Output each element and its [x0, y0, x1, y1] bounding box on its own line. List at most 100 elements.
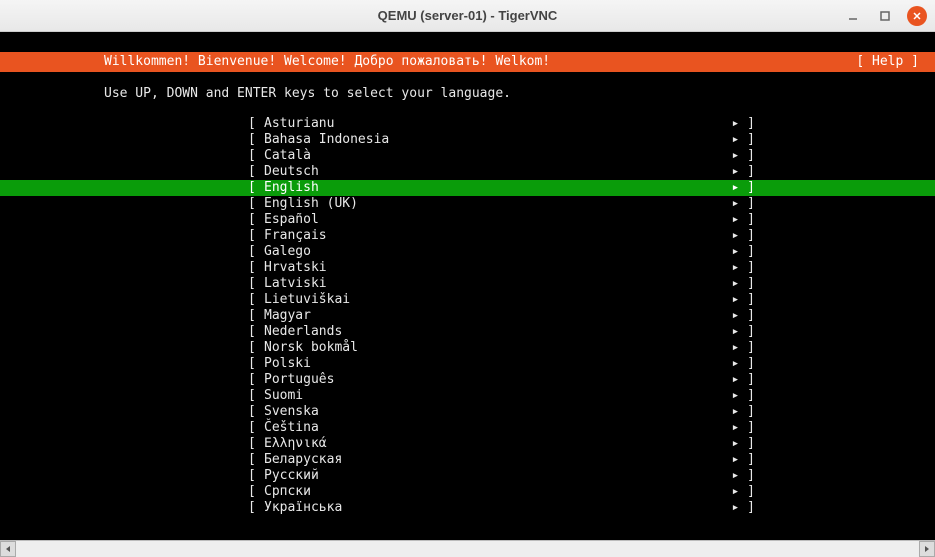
language-name: Nederlands — [264, 324, 342, 340]
language-option[interactable]: [ Lietuviškai▸ ] — [0, 292, 935, 308]
language-option[interactable]: [ Latviski ▸ ] — [0, 276, 935, 292]
language-option[interactable]: [ Polski ▸ ] — [0, 356, 935, 372]
language-option[interactable]: [ Ελληνικά▸ ] — [0, 436, 935, 452]
bracket-open: [ — [248, 196, 264, 212]
language-option[interactable]: [ English▸ ] — [0, 180, 935, 196]
language-option[interactable]: [ Nederlands ▸ ] — [0, 324, 935, 340]
scroll-left-button[interactable] — [0, 541, 16, 557]
minimize-button[interactable] — [843, 6, 863, 26]
submenu-indicator: ▸ ] — [732, 244, 935, 260]
language-option[interactable]: [ Русский▸ ] — [0, 468, 935, 484]
language-name: Русский — [264, 468, 319, 484]
scroll-track[interactable] — [16, 541, 919, 557]
submenu-indicator: ▸ ] — [732, 276, 935, 292]
language-name: Català — [264, 148, 311, 164]
submenu-indicator: ▸ ] — [732, 468, 935, 484]
header-bar: Willkommen! Bienvenue! Welcome! Добро по… — [0, 52, 935, 72]
scroll-right-button[interactable] — [919, 541, 935, 557]
language-option[interactable]: [ Català ▸ ] — [0, 148, 935, 164]
language-name: Svenska — [264, 404, 319, 420]
language-name: Latviski — [264, 276, 327, 292]
language-option[interactable]: [ English (UK)▸ ] — [0, 196, 935, 212]
language-name: Bahasa Indonesia — [264, 132, 389, 148]
bracket-open: [ — [248, 228, 264, 244]
language-name: Polski — [264, 356, 311, 372]
language-option[interactable]: [ Српски ▸ ] — [0, 484, 935, 500]
window-titlebar: QEMU (server-01) - TigerVNC — [0, 0, 935, 32]
maximize-button[interactable] — [875, 6, 895, 26]
language-option[interactable]: [ Asturianu ▸ ] — [0, 116, 935, 132]
submenu-indicator: ▸ ] — [732, 308, 935, 324]
language-name: Suomi — [264, 388, 303, 404]
language-name: Français — [264, 228, 327, 244]
submenu-indicator: ▸ ] — [732, 116, 935, 132]
installer-screen: Willkommen! Bienvenue! Welcome! Добро по… — [0, 32, 935, 540]
language-option[interactable]: [ Français ▸ ] — [0, 228, 935, 244]
bracket-open: [ — [248, 148, 264, 164]
language-option[interactable]: [ Svenska▸ ] — [0, 404, 935, 420]
language-name: Српски — [264, 484, 311, 500]
bracket-open: [ — [248, 324, 264, 340]
submenu-indicator: ▸ ] — [732, 388, 935, 404]
close-button[interactable] — [907, 6, 927, 26]
language-list[interactable]: [ Asturianu▸ ][ Bahasa Indonesia▸ ][ Cat… — [0, 116, 935, 516]
language-name: Norsk bokmål — [264, 340, 358, 356]
submenu-indicator: ▸ ] — [732, 228, 935, 244]
window-controls — [843, 6, 927, 26]
submenu-indicator: ▸ ] — [732, 212, 935, 228]
bracket-open: [ — [248, 372, 264, 388]
language-option[interactable]: [ Deutsch▸ ] — [0, 164, 935, 180]
language-name: Magyar — [264, 308, 311, 324]
language-name: Čeština — [264, 420, 319, 436]
submenu-indicator: ▸ ] — [732, 180, 935, 196]
language-option[interactable]: [ Português ▸ ] — [0, 372, 935, 388]
submenu-indicator: ▸ ] — [732, 356, 935, 372]
bracket-open: [ — [248, 452, 264, 468]
language-option[interactable]: [ Українська▸ ] — [0, 500, 935, 516]
horizontal-scrollbar[interactable] — [0, 540, 935, 556]
bracket-open: [ — [248, 212, 264, 228]
language-option[interactable]: [ Suomi ▸ ] — [0, 388, 935, 404]
help-button[interactable]: [ Help ] — [856, 54, 919, 70]
language-option[interactable]: [ Español ▸ ] — [0, 212, 935, 228]
language-option[interactable]: [ Norsk bokmål▸ ] — [0, 340, 935, 356]
language-option[interactable]: [ Magyar ▸ ] — [0, 308, 935, 324]
submenu-indicator: ▸ ] — [732, 420, 935, 436]
submenu-indicator: ▸ ] — [732, 148, 935, 164]
language-option[interactable]: [ Čeština ▸ ] — [0, 420, 935, 436]
bracket-open: [ — [248, 420, 264, 436]
bracket-open: [ — [248, 164, 264, 180]
submenu-indicator: ▸ ] — [732, 372, 935, 388]
submenu-indicator: ▸ ] — [732, 452, 935, 468]
bracket-open: [ — [248, 132, 264, 148]
submenu-indicator: ▸ ] — [732, 436, 935, 452]
language-name: Galego — [264, 244, 311, 260]
instruction-text: Use UP, DOWN and ENTER keys to select yo… — [0, 72, 935, 116]
language-option[interactable]: [ Hrvatski▸ ] — [0, 260, 935, 276]
submenu-indicator: ▸ ] — [732, 196, 935, 212]
submenu-indicator: ▸ ] — [732, 260, 935, 276]
language-name: Español — [264, 212, 319, 228]
submenu-indicator: ▸ ] — [732, 500, 935, 516]
language-option[interactable]: [ Bahasa Indonesia ▸ ] — [0, 132, 935, 148]
bracket-open: [ — [248, 388, 264, 404]
language-name: Беларуская — [264, 452, 342, 468]
bracket-open: [ — [248, 116, 264, 132]
bracket-open: [ — [248, 276, 264, 292]
window-title: QEMU (server-01) - TigerVNC — [8, 8, 927, 23]
welcome-text: Willkommen! Bienvenue! Welcome! Добро по… — [16, 54, 856, 70]
submenu-indicator: ▸ ] — [732, 164, 935, 180]
bracket-open: [ — [248, 356, 264, 372]
bracket-open: [ — [248, 484, 264, 500]
language-name: Asturianu — [264, 116, 334, 132]
language-option[interactable]: [ Galego▸ ] — [0, 244, 935, 260]
bracket-open: [ — [248, 404, 264, 420]
language-option[interactable]: [ Беларуская ▸ ] — [0, 452, 935, 468]
bracket-open: [ — [248, 308, 264, 324]
submenu-indicator: ▸ ] — [732, 132, 935, 148]
submenu-indicator: ▸ ] — [732, 484, 935, 500]
language-name: Português — [264, 372, 334, 388]
submenu-indicator: ▸ ] — [732, 324, 935, 340]
language-name: Українська — [264, 500, 342, 516]
language-name: Lietuviškai — [264, 292, 350, 308]
